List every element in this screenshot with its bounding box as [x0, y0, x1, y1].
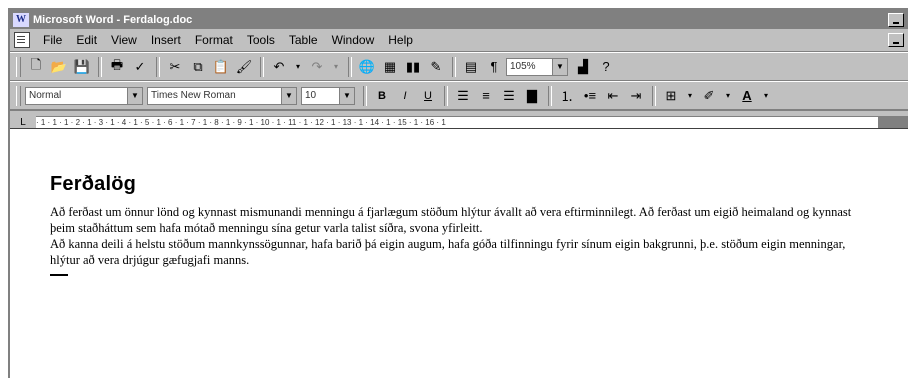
menu-table[interactable]: Table: [282, 33, 325, 47]
font-select[interactable]: Times New Roman ▼: [147, 86, 297, 105]
italic-button[interactable]: I: [394, 86, 416, 106]
redo-dropdown-icon[interactable]: ▾: [329, 57, 343, 77]
highlight-icon[interactable]: ✐: [698, 86, 720, 106]
chevron-down-icon[interactable]: ▼: [127, 87, 142, 104]
highlight-dropdown-icon[interactable]: ▾: [721, 86, 735, 106]
style-value: Normal: [29, 90, 62, 101]
end-of-document-marker: [50, 274, 68, 276]
menu-edit[interactable]: Edit: [69, 33, 104, 47]
save-icon[interactable]: 💾: [71, 57, 93, 77]
border-icon[interactable]: ⊞: [660, 86, 682, 106]
paste-icon[interactable]: 📋: [210, 57, 232, 77]
hyperlink-icon[interactable]: 🌐: [356, 57, 378, 77]
font-color-dropdown-icon[interactable]: ▾: [759, 86, 773, 106]
page-content[interactable]: Ferðalög Að ferðast um önnur lönd og kyn…: [50, 173, 870, 276]
toolbar-grip[interactable]: [16, 56, 21, 77]
increase-indent-icon[interactable]: ⇥: [625, 86, 647, 106]
minimize-icon: [893, 21, 899, 24]
doc-minimize-button[interactable]: [888, 33, 904, 47]
bullets-icon[interactable]: •≡: [579, 86, 601, 106]
undo-icon[interactable]: ↶: [268, 57, 290, 77]
word-icon[interactable]: W: [13, 12, 29, 27]
word-window: W Microsoft Word - Ferdalog.doc File Edi…: [8, 8, 908, 378]
bold-button[interactable]: B: [371, 86, 393, 106]
font-size-select[interactable]: 10 ▼: [301, 86, 355, 105]
chevron-down-icon[interactable]: ▼: [339, 87, 354, 104]
help-icon[interactable]: ?: [595, 57, 617, 77]
new-icon[interactable]: 🗋: [25, 57, 47, 77]
cut-icon[interactable]: ✂: [164, 57, 186, 77]
columns-icon[interactable]: ▮▮: [402, 57, 424, 77]
menu-bar: File Edit View Insert Format Tools Table…: [10, 29, 908, 52]
zoom-value: 105%: [510, 61, 536, 72]
window-title: Microsoft Word - Ferdalog.doc: [33, 13, 193, 26]
ruler-margin: [878, 116, 908, 128]
font-value: Times New Roman: [151, 90, 236, 101]
menu-view[interactable]: View: [104, 33, 144, 47]
format-painter-icon[interactable]: 🖌: [233, 57, 255, 77]
align-center-icon[interactable]: ≡: [475, 86, 497, 106]
menu-insert[interactable]: Insert: [144, 33, 188, 47]
menu-window[interactable]: Window: [325, 33, 382, 47]
menu-format[interactable]: Format: [188, 33, 240, 47]
menu-file[interactable]: File: [36, 33, 69, 47]
style-select[interactable]: Normal ▼: [25, 86, 143, 105]
align-right-icon[interactable]: ☰: [498, 86, 520, 106]
open-icon[interactable]: 📂: [48, 57, 70, 77]
undo-dropdown-icon[interactable]: ▾: [291, 57, 305, 77]
paragraph-2[interactable]: Að kanna deili á helstu stöðum mannkynss…: [50, 236, 870, 268]
numbering-icon[interactable]: ⒈: [556, 86, 578, 106]
pilcrow-icon[interactable]: ¶: [483, 57, 505, 77]
menu-help[interactable]: Help: [381, 33, 420, 47]
print-icon[interactable]: 🖶: [106, 57, 128, 77]
document-heading[interactable]: Ferðalög: [50, 173, 870, 196]
table-icon[interactable]: ▦: [379, 57, 401, 77]
document-map-icon[interactable]: ▤: [460, 57, 482, 77]
chart-icon[interactable]: ▟: [572, 57, 594, 77]
minimize-button[interactable]: [888, 12, 904, 27]
font-color-button[interactable]: A: [736, 86, 758, 106]
drawing-icon[interactable]: ✎: [425, 57, 447, 77]
spelling-icon[interactable]: ✓: [129, 57, 151, 77]
title-bar: W Microsoft Word - Ferdalog.doc: [10, 10, 908, 29]
font-size-value: 10: [305, 90, 317, 101]
redo-icon[interactable]: ↷: [306, 57, 328, 77]
justify-icon[interactable]: ▇: [521, 86, 543, 106]
copy-icon[interactable]: ⧉: [187, 57, 209, 77]
menu-tools[interactable]: Tools: [240, 33, 282, 47]
paragraph-1[interactable]: Að ferðast um önnur lönd og kynnast mism…: [50, 204, 870, 236]
chevron-down-icon[interactable]: ▼: [281, 87, 296, 104]
minimize-icon: [893, 42, 899, 44]
toolbar-grip[interactable]: [16, 85, 21, 106]
align-left-icon[interactable]: ☰: [452, 86, 474, 106]
document-area[interactable]: Ferðalög Að ferðast um önnur lönd og kyn…: [10, 128, 908, 378]
chevron-down-icon[interactable]: ▼: [552, 58, 567, 75]
border-dropdown-icon[interactable]: ▾: [683, 86, 697, 106]
document-icon[interactable]: [14, 32, 30, 48]
standard-toolbar: 🗋 📂 💾 🖶 ✓ ✂ ⧉ 📋 🖌 ↶ ▾ ↷ ▾ 🌐 ▦ ▮▮ ✎ ▤ ¶ 1…: [10, 52, 908, 81]
underline-button[interactable]: U: [417, 86, 439, 106]
formatting-toolbar: Normal ▼ Times New Roman ▼ 10 ▼ B I U ☰ …: [10, 81, 908, 110]
zoom-select[interactable]: 105% ▼: [506, 57, 568, 76]
tab-selector[interactable]: L: [16, 115, 30, 129]
decrease-indent-icon[interactable]: ⇤: [602, 86, 624, 106]
